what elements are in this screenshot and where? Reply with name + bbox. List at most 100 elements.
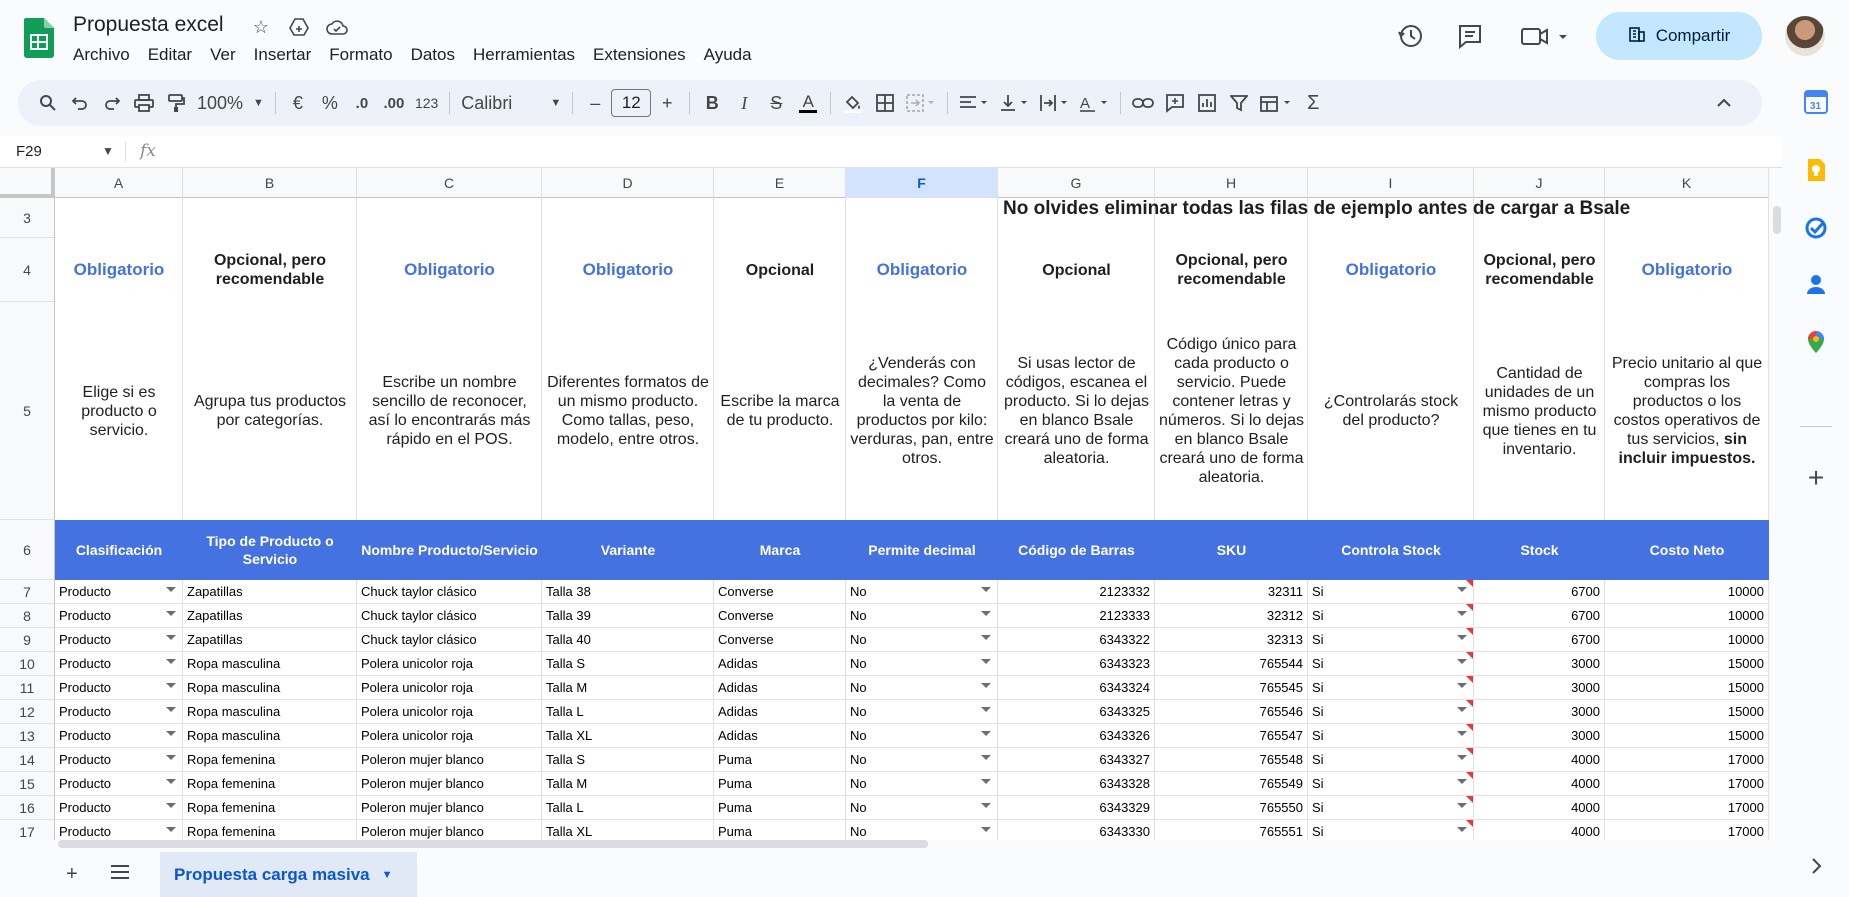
table-cell[interactable]: No	[846, 628, 998, 652]
text-wrapping-icon[interactable]	[1034, 87, 1074, 119]
text-color-icon[interactable]: A	[792, 87, 824, 119]
collapse-toolbar-icon[interactable]	[1708, 87, 1740, 119]
table-cell[interactable]: Ropa masculina	[183, 724, 357, 748]
table-cell[interactable]: 765550	[1155, 796, 1308, 820]
table-cell[interactable]: 10000	[1605, 604, 1769, 628]
table-cell[interactable]: 10000	[1605, 628, 1769, 652]
table-cell[interactable]: Si	[1308, 772, 1474, 796]
table-cell[interactable]: 6343325	[998, 700, 1155, 724]
all-sheets-icon[interactable]	[110, 863, 130, 886]
paint-format-icon[interactable]	[160, 87, 192, 119]
contacts-icon[interactable]	[1804, 272, 1828, 296]
dropdown-chevron-icon[interactable]	[166, 827, 176, 832]
table-cell[interactable]: 15000	[1605, 676, 1769, 700]
table-cell[interactable]: Ropa masculina	[183, 676, 357, 700]
table-cell[interactable]: Si	[1308, 676, 1474, 700]
table-cell[interactable]: 15000	[1605, 652, 1769, 676]
notice-text[interactable]: No olvides eliminar todas las filas de e…	[1003, 198, 1630, 218]
column-header-i[interactable]: I	[1308, 168, 1474, 198]
dropdown-chevron-icon[interactable]	[981, 659, 991, 664]
requirement-cell[interactable]: Obligatorio	[1605, 238, 1769, 302]
keep-icon[interactable]	[1804, 158, 1828, 182]
table-cell[interactable]: 10000	[1605, 580, 1769, 604]
row-header[interactable]: 11	[0, 676, 55, 700]
table-cell[interactable]: No	[846, 748, 998, 772]
increase-decimal-button[interactable]: .00	[378, 87, 410, 119]
table-cell[interactable]: No	[846, 676, 998, 700]
insert-chart-icon[interactable]	[1191, 87, 1223, 119]
functions-icon[interactable]: Σ	[1297, 87, 1329, 119]
currency-format-button[interactable]: €	[282, 87, 314, 119]
requirement-cell[interactable]: Obligatorio	[542, 238, 714, 302]
table-cell[interactable]: Si	[1308, 652, 1474, 676]
zoom-select[interactable]: 100% ▼	[192, 87, 269, 119]
requirement-cell[interactable]: Opcional	[714, 238, 846, 302]
requirement-cell[interactable]: Opcional, pero recomendable	[183, 238, 357, 302]
table-cell[interactable]: 15000	[1605, 724, 1769, 748]
table-cell[interactable]: 6343327	[998, 748, 1155, 772]
table-cell[interactable]: Puma	[714, 772, 846, 796]
dropdown-chevron-icon[interactable]	[981, 707, 991, 712]
table-cell[interactable]: Si	[1308, 700, 1474, 724]
column-header-f[interactable]: F	[846, 168, 998, 198]
redo-icon[interactable]	[96, 87, 128, 119]
menu-editar[interactable]: Editar	[139, 43, 201, 67]
maps-icon[interactable]	[1804, 330, 1828, 354]
table-cell[interactable]: 6700	[1474, 628, 1605, 652]
table-cell[interactable]: 6343329	[998, 796, 1155, 820]
more-formats-button[interactable]: 123	[410, 87, 443, 119]
table-cell[interactable]: Talla 40	[542, 628, 714, 652]
column-title-cell[interactable]: Código de Barras	[998, 520, 1155, 580]
italic-icon[interactable]: I	[728, 87, 760, 119]
table-cell[interactable]: Poleron mujer blanco	[357, 796, 542, 820]
row-header[interactable]: 10	[0, 652, 55, 676]
dropdown-chevron-icon[interactable]	[981, 755, 991, 760]
column-title-cell[interactable]: Costo Neto	[1605, 520, 1769, 580]
account-avatar[interactable]	[1785, 16, 1825, 56]
table-cell[interactable]: Zapatillas	[183, 604, 357, 628]
table-cell[interactable]: Adidas	[714, 676, 846, 700]
table-cell[interactable]: 32312	[1155, 604, 1308, 628]
table-cell[interactable]: Producto	[55, 820, 183, 840]
table-cell[interactable]: Poleron mujer blanco	[357, 772, 542, 796]
dropdown-chevron-icon[interactable]	[1457, 779, 1467, 784]
table-cell[interactable]: 17000	[1605, 796, 1769, 820]
add-sheet-icon[interactable]: +	[66, 863, 78, 886]
row-header[interactable]: 16	[0, 796, 55, 820]
font-size-input[interactable]: 12	[611, 89, 652, 117]
table-cell[interactable]: Producto	[55, 676, 183, 700]
menu-extensiones[interactable]: Extensiones	[584, 43, 695, 67]
dropdown-chevron-icon[interactable]	[981, 779, 991, 784]
table-cell[interactable]: Producto	[55, 628, 183, 652]
table-cell[interactable]: Adidas	[714, 700, 846, 724]
column-header-c[interactable]: C	[357, 168, 542, 198]
dropdown-chevron-icon[interactable]	[166, 611, 176, 616]
dropdown-chevron-icon[interactable]	[1457, 683, 1467, 688]
table-cell[interactable]: Talla XL	[542, 820, 714, 840]
table-cell[interactable]: No	[846, 700, 998, 724]
table-cell[interactable]: Producto	[55, 700, 183, 724]
menu-ayuda[interactable]: Ayuda	[695, 43, 761, 67]
dropdown-chevron-icon[interactable]	[1457, 635, 1467, 640]
table-cell[interactable]: Puma	[714, 748, 846, 772]
bold-icon[interactable]: B	[696, 87, 728, 119]
table-cell[interactable]: Poleron mujer blanco	[357, 820, 542, 840]
column-title-cell[interactable]: Marca	[714, 520, 846, 580]
column-title-cell[interactable]: Permite decimal	[846, 520, 998, 580]
requirement-cell[interactable]: Obligatorio	[1308, 238, 1474, 302]
dropdown-chevron-icon[interactable]	[981, 827, 991, 832]
table-cell[interactable]: Ropa masculina	[183, 652, 357, 676]
table-cell[interactable]: 17000	[1605, 748, 1769, 772]
description-cell[interactable]: Código único para cada producto o servic…	[1155, 302, 1308, 520]
column-title-cell[interactable]: Variante	[542, 520, 714, 580]
table-cell[interactable]: Poleron mujer blanco	[357, 748, 542, 772]
description-cell[interactable]: Precio unitario al que compras los produ…	[1605, 302, 1769, 520]
table-cell[interactable]: Polera unicolor roja	[357, 700, 542, 724]
table-cell[interactable]: Producto	[55, 724, 183, 748]
filter-icon[interactable]	[1223, 87, 1255, 119]
table-cell[interactable]: Talla 39	[542, 604, 714, 628]
table-cell[interactable]: Si	[1308, 820, 1474, 840]
dropdown-chevron-icon[interactable]	[1457, 755, 1467, 760]
column-title-cell[interactable]: Clasificación	[55, 520, 183, 580]
dropdown-chevron-icon[interactable]	[981, 683, 991, 688]
